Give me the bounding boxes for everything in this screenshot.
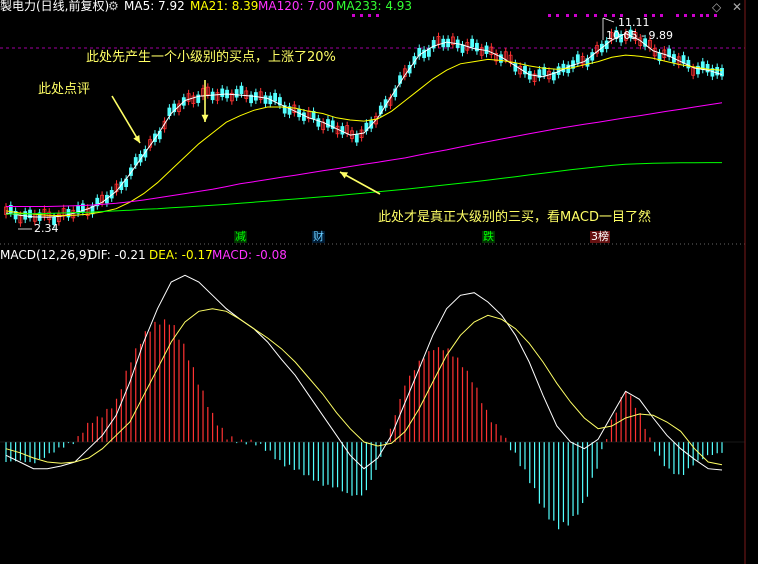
annotation-small-buy: 此处先产生一个小级别的买点，上涨了20% <box>86 50 336 65</box>
arrow-comment <box>111 95 141 144</box>
candle-body <box>302 112 306 121</box>
event-dot <box>556 14 559 17</box>
arrow-small-buy-head <box>201 114 209 122</box>
event-dot <box>660 14 663 17</box>
price-low-label: 2.34 <box>34 222 59 235</box>
candle-body <box>326 119 330 128</box>
candle-body <box>239 85 244 95</box>
candle-body <box>561 63 566 73</box>
event-dot <box>652 14 655 17</box>
event-dot <box>376 14 379 17</box>
candle-body <box>475 42 479 52</box>
macd-dea-label: DEA: -0.17 <box>149 248 213 262</box>
macd-line-dea <box>5 308 723 466</box>
candle-body <box>484 45 489 54</box>
candle-body <box>354 134 359 143</box>
macd-value-label: MACD: -0.08 <box>212 248 287 262</box>
annotation-third-buy: 此处才是真正大级别的三买，看MACD一目了然 <box>378 210 651 225</box>
event-dot <box>368 14 371 17</box>
event-dot <box>586 14 589 17</box>
price-range-label: 10.05 - 9.89 <box>606 29 673 42</box>
candle-body <box>575 54 580 63</box>
event-dot <box>548 14 551 17</box>
candle-body <box>273 92 278 102</box>
event-dot <box>604 14 607 17</box>
event-marker[interactable]: 减 <box>234 231 247 243</box>
candle-body <box>470 38 475 48</box>
event-dot <box>706 14 709 17</box>
high-marker-tick <box>602 17 615 23</box>
event-dot <box>700 14 703 17</box>
event-marker[interactable]: 跌 <box>482 231 495 243</box>
candle-body <box>234 89 239 98</box>
event-dot <box>566 14 569 17</box>
candle-body <box>263 95 268 104</box>
event-dot <box>594 14 597 17</box>
event-dot <box>714 14 717 17</box>
event-dot <box>360 14 363 17</box>
macd-title: MACD(12,26,9) <box>0 248 92 262</box>
event-dot <box>352 14 355 17</box>
candle-body <box>686 59 691 69</box>
candle-body <box>210 91 215 101</box>
candle-body <box>720 68 724 77</box>
event-marker[interactable]: 财 <box>312 231 325 243</box>
stock-chart <box>0 0 746 564</box>
event-marker[interactable]: 3榜 <box>590 231 610 243</box>
event-dot <box>692 14 695 17</box>
candle-body <box>340 126 345 135</box>
event-dot <box>676 14 679 17</box>
candle-body <box>460 44 465 53</box>
annotation-comment: 此处点评 <box>38 82 91 97</box>
candle-body <box>316 118 321 127</box>
price-high-label: 11.11 <box>618 16 650 29</box>
event-dot <box>612 14 615 17</box>
macd-dif-label: DIF: -0.21 <box>88 248 146 262</box>
candle-body <box>220 88 225 97</box>
event-dot <box>684 14 687 17</box>
macd-line-dif <box>5 274 723 471</box>
event-dot <box>574 14 577 17</box>
